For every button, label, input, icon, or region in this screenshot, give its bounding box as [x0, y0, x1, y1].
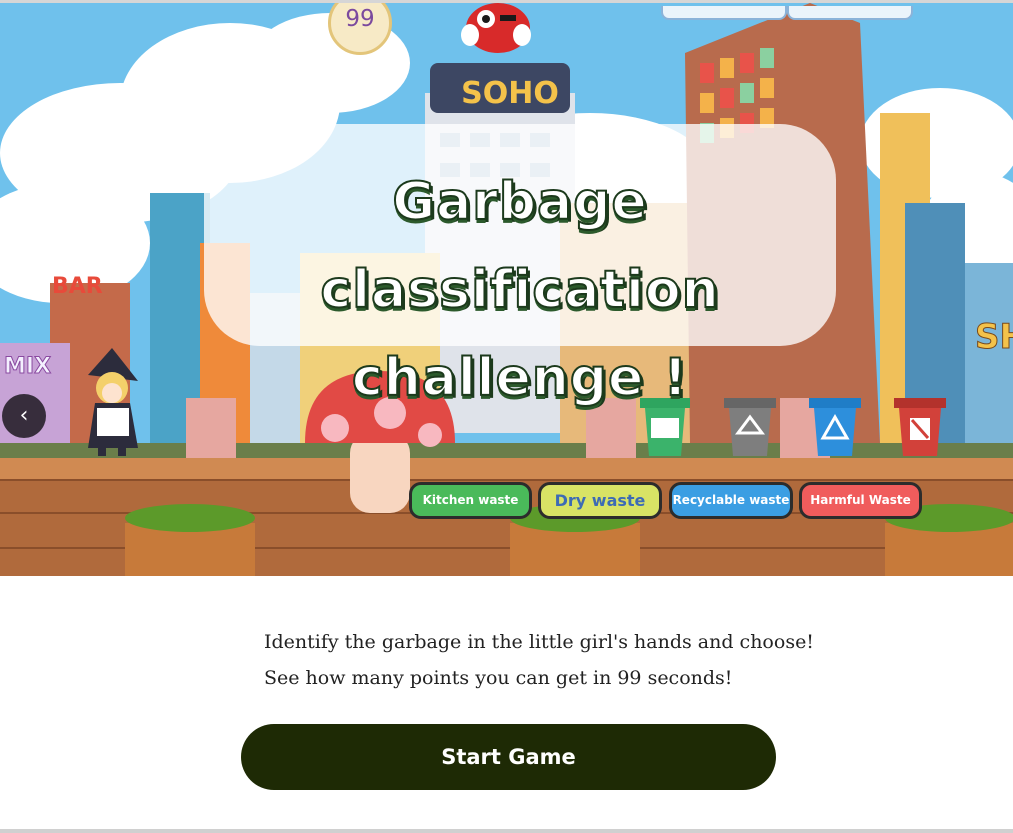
instruction-line-1: Identify the garbage in the little girl'… [264, 631, 814, 653]
game-title: Garbage classification challenge ! [204, 158, 836, 422]
wall-top [0, 458, 1013, 480]
top-tab[interactable] [787, 6, 913, 20]
top-tab[interactable] [661, 6, 787, 20]
bottom-border [0, 829, 1013, 833]
top-tab-group [661, 6, 913, 20]
harmful-waste-button[interactable]: Harmful Waste [799, 482, 922, 519]
recyclable-waste-button[interactable]: Recyclable waste [669, 482, 793, 519]
dry-waste-button[interactable]: Dry waste [538, 482, 662, 519]
kitchen-waste-button[interactable]: Kitchen waste [409, 482, 532, 519]
soho-sign: SOHO [461, 76, 559, 111]
start-game-button[interactable]: Start Game [241, 724, 776, 790]
bar-sign: BAR [52, 274, 103, 299]
instructions: Identify the garbage in the little girl'… [264, 624, 824, 696]
title-line-1: Garbage classification [319, 171, 720, 321]
title-line-2: challenge ! [351, 347, 689, 409]
timer-value: 99 [345, 6, 375, 32]
chevron-left-icon: ‹ [19, 403, 29, 428]
prev-slide-button[interactable]: ‹ [2, 394, 46, 438]
instruction-line-2: See how many points you can get in 99 se… [264, 667, 733, 689]
shop-sign: SH [975, 317, 1013, 357]
mix-sign: MIX [4, 354, 51, 379]
